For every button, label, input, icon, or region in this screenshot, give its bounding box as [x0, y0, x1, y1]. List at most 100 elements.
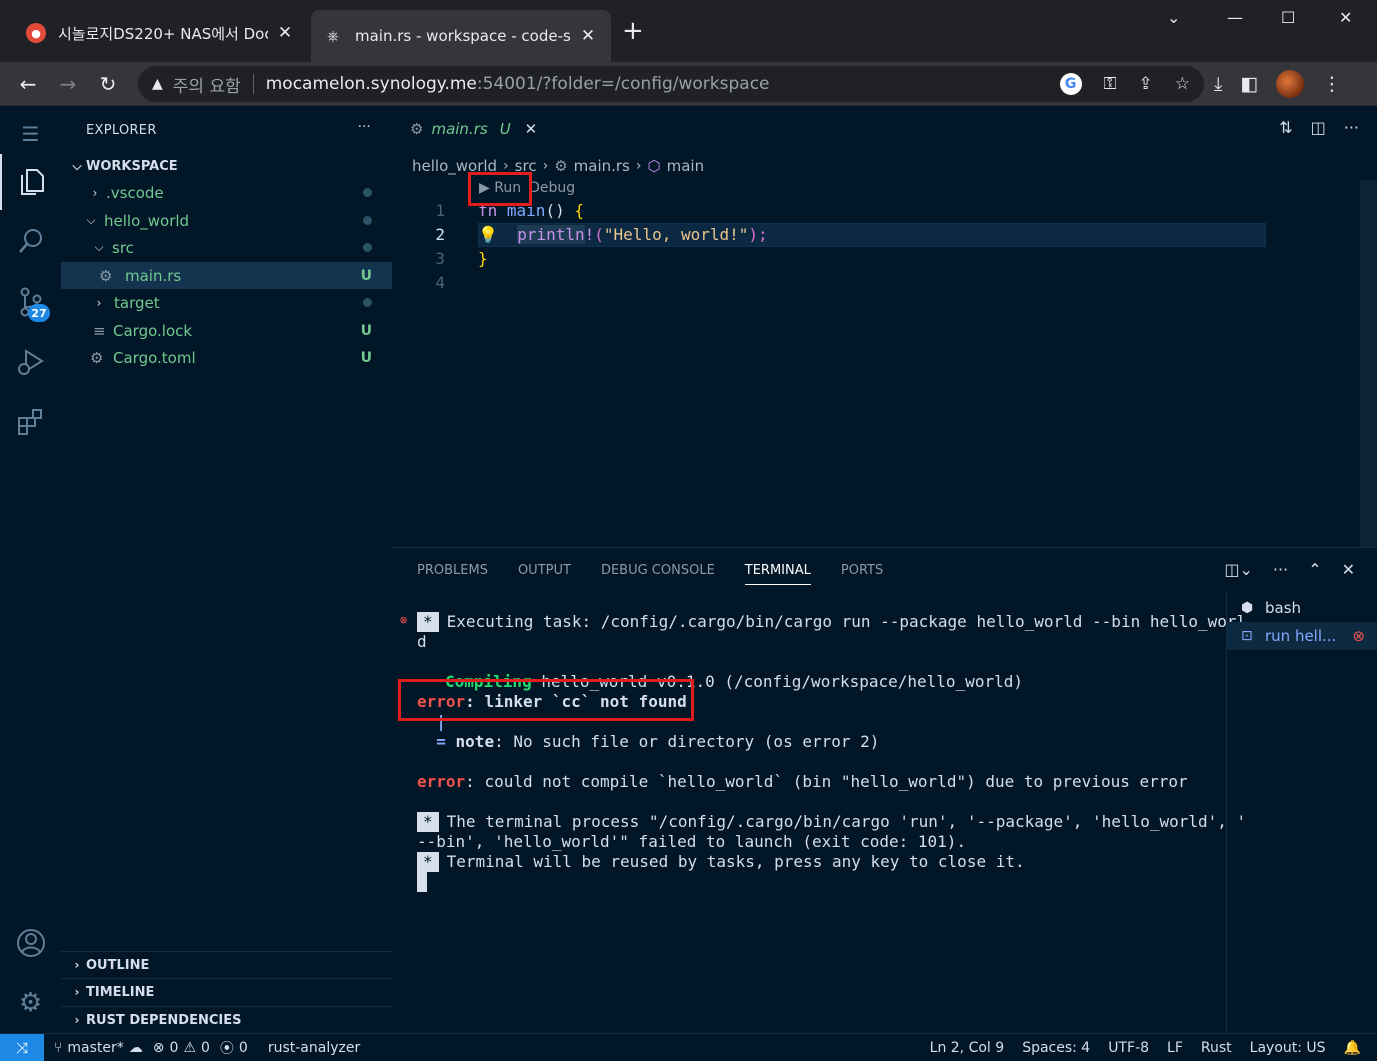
- run-debug-icon[interactable]: [0, 334, 61, 390]
- download-icon[interactable]: ⤓: [1214, 73, 1222, 95]
- bottom-panel: PROBLEMS OUTPUT DEBUG CONSOLE TERMINAL P…: [392, 547, 1377, 1034]
- bookmark-star-icon[interactable]: ☆: [1175, 74, 1190, 94]
- close-panel-icon[interactable]: ✕: [1342, 560, 1355, 579]
- breadcrumb-item[interactable]: main.rs: [574, 157, 630, 175]
- open-changes-icon[interactable]: ⇅: [1279, 118, 1292, 137]
- close-tab-icon[interactable]: ✕: [274, 23, 296, 43]
- reload-button[interactable]: ↻: [92, 68, 124, 100]
- chevron-right-icon: ›: [542, 158, 549, 174]
- extensions-icon[interactable]: [0, 394, 61, 450]
- language-mode[interactable]: Rust: [1201, 1040, 1232, 1056]
- new-tab-button[interactable]: +: [622, 17, 644, 45]
- terminal-item-run-task[interactable]: ⊡ run hell... ⊗: [1227, 622, 1377, 650]
- indentation-status[interactable]: Spaces: 4: [1022, 1040, 1090, 1056]
- key-icon[interactable]: ⚿: [1104, 74, 1117, 94]
- tab-problems[interactable]: PROBLEMS: [417, 563, 488, 578]
- security-label[interactable]: 주의 요함: [173, 72, 241, 97]
- tab-terminal[interactable]: TERMINAL: [744, 563, 811, 585]
- more-actions-icon[interactable]: ···: [1273, 560, 1288, 579]
- breadcrumb-item[interactable]: main: [667, 157, 704, 175]
- cursor-position[interactable]: Ln 2, Col 9: [930, 1040, 1005, 1056]
- tree-item-vscode[interactable]: › .vscode: [61, 179, 392, 206]
- tree-item-main-rs[interactable]: ⚙ main.rs U: [61, 262, 392, 289]
- keyboard-layout[interactable]: Layout: US: [1250, 1040, 1326, 1056]
- rust-file-icon: ⚙: [99, 266, 113, 285]
- breadcrumb-item[interactable]: src: [515, 157, 537, 175]
- task-marker: *: [417, 852, 439, 872]
- chrome-menu-icon[interactable]: ⋮: [1322, 73, 1341, 95]
- more-actions-icon[interactable]: ···: [1344, 118, 1359, 137]
- encoding-status[interactable]: UTF-8: [1108, 1040, 1149, 1056]
- branch-status[interactable]: ⑂ master* ☁: [54, 1040, 143, 1056]
- forward-button[interactable]: →: [52, 68, 84, 100]
- source-control-icon[interactable]: 27: [0, 274, 61, 330]
- browser-tab-strip: ● 시놀로지DS220+ NAS에서 Docker ✕ ⎈ main.rs - …: [0, 0, 1377, 62]
- lightbulb-icon[interactable]: 💡: [478, 225, 498, 244]
- timeline-section-header[interactable]: › TIMELINE: [61, 978, 392, 1005]
- error-circle-icon[interactable]: ⊗: [1352, 627, 1365, 645]
- manage-gear-icon[interactable]: ⚙: [0, 975, 61, 1031]
- profile-avatar[interactable]: [1276, 70, 1305, 98]
- browser-tab-synology[interactable]: ● 시놀로지DS220+ NAS에서 Docker ✕: [14, 12, 308, 54]
- workspace-section-header[interactable]: ⌵ WORKSPACE: [61, 154, 392, 178]
- function-token: main: [497, 200, 546, 220]
- rust-analyzer-status[interactable]: rust-analyzer: [268, 1040, 360, 1056]
- keyword-token: fn: [478, 200, 498, 220]
- close-window-button[interactable]: ✕: [1339, 8, 1352, 27]
- address-bar[interactable]: ▲ 주의 요함 mocamelon.synology.me:54001/?fol…: [138, 66, 1204, 102]
- breadcrumb-item[interactable]: hello_world: [412, 157, 497, 175]
- close-editor-icon[interactable]: ✕: [525, 120, 538, 138]
- tree-item-hello-world[interactable]: ⌵ hello_world: [61, 207, 392, 234]
- warning-icon[interactable]: ▲: [152, 76, 163, 92]
- error-circle-icon: ⊗: [400, 613, 408, 627]
- code-line[interactable]: 3 }: [392, 246, 1272, 270]
- codelens-run[interactable]: ▶ Run: [479, 180, 521, 196]
- editor-tab-main-rs[interactable]: ⚙ main.rs U ✕: [392, 106, 542, 154]
- maximize-button[interactable]: ☐: [1281, 8, 1295, 27]
- eol-status[interactable]: LF: [1167, 1040, 1183, 1056]
- outline-section-header[interactable]: › OUTLINE: [61, 951, 392, 978]
- source-control-badge: 27: [28, 304, 50, 322]
- maximize-panel-icon[interactable]: ⌃: [1308, 560, 1321, 579]
- minimize-button[interactable]: —: [1227, 8, 1243, 27]
- notifications-bell-icon[interactable]: 🔔: [1344, 1040, 1361, 1056]
- editor-tab-label: main.rs: [431, 120, 488, 138]
- codelens-debug[interactable]: Debug: [529, 180, 575, 196]
- tree-item-cargo-toml[interactable]: ⚙ Cargo.toml U: [61, 344, 392, 371]
- rust-dependencies-section-header[interactable]: › RUST DEPENDENCIES: [61, 1006, 392, 1033]
- remote-indicator-icon[interactable]: ⤨: [0, 1033, 44, 1061]
- tab-output[interactable]: OUTPUT: [518, 563, 571, 578]
- google-lens-icon[interactable]: G: [1059, 73, 1082, 95]
- code-line[interactable]: 1 fn main() {: [392, 198, 1272, 222]
- tree-item-cargo-lock[interactable]: ≡ Cargo.lock U: [61, 317, 392, 344]
- close-tab-icon[interactable]: ✕: [577, 26, 599, 46]
- accounts-icon[interactable]: [0, 915, 61, 971]
- terminal-output[interactable]: ⊗ * Executing task: /config/.cargo/bin/ca…: [392, 592, 1246, 1034]
- tree-item-label: .vscode: [106, 183, 164, 202]
- share-icon[interactable]: ⇪: [1139, 74, 1153, 94]
- tree-item-target[interactable]: › target: [61, 289, 392, 316]
- code-line[interactable]: 2 💡 println!("Hello, world!");: [392, 222, 1272, 246]
- split-editor-icon[interactable]: ◫: [1311, 118, 1326, 137]
- editor-scrollbar[interactable]: [1360, 180, 1377, 547]
- explorer-icon[interactable]: [0, 154, 61, 210]
- browser-tab-code-server[interactable]: ⎈ main.rs - workspace - code-server ✕: [311, 10, 611, 62]
- problems-status[interactable]: ⊗ 0 ⚠ 0: [153, 1040, 210, 1056]
- terminal-line: * The terminal process "/config/.cargo/bi…: [417, 812, 1246, 832]
- tab-search-icon[interactable]: ⌄: [1167, 8, 1180, 27]
- code-server-favicon-icon: ⎈: [326, 27, 339, 45]
- back-button[interactable]: ←: [12, 68, 44, 100]
- terminal-text: : No such file or directory (os error 2): [494, 732, 880, 751]
- tree-item-src[interactable]: ⌵ src: [61, 234, 392, 261]
- code-line[interactable]: 4: [392, 270, 1272, 294]
- side-panel-icon[interactable]: ◧: [1240, 73, 1258, 95]
- search-icon[interactable]: [0, 213, 61, 269]
- ports-status[interactable]: ⦿ 0: [220, 1038, 248, 1058]
- tab-debug-console[interactable]: DEBUG CONSOLE: [601, 563, 715, 578]
- terminal-text: =: [417, 732, 446, 751]
- tab-ports[interactable]: PORTS: [841, 563, 883, 578]
- split-terminal-icon[interactable]: ◫⌄: [1224, 560, 1253, 579]
- tree-item-label: src: [112, 238, 134, 257]
- explorer-more-icon[interactable]: ···: [358, 120, 371, 135]
- terminal-item-bash[interactable]: ⬢ bash: [1227, 594, 1377, 622]
